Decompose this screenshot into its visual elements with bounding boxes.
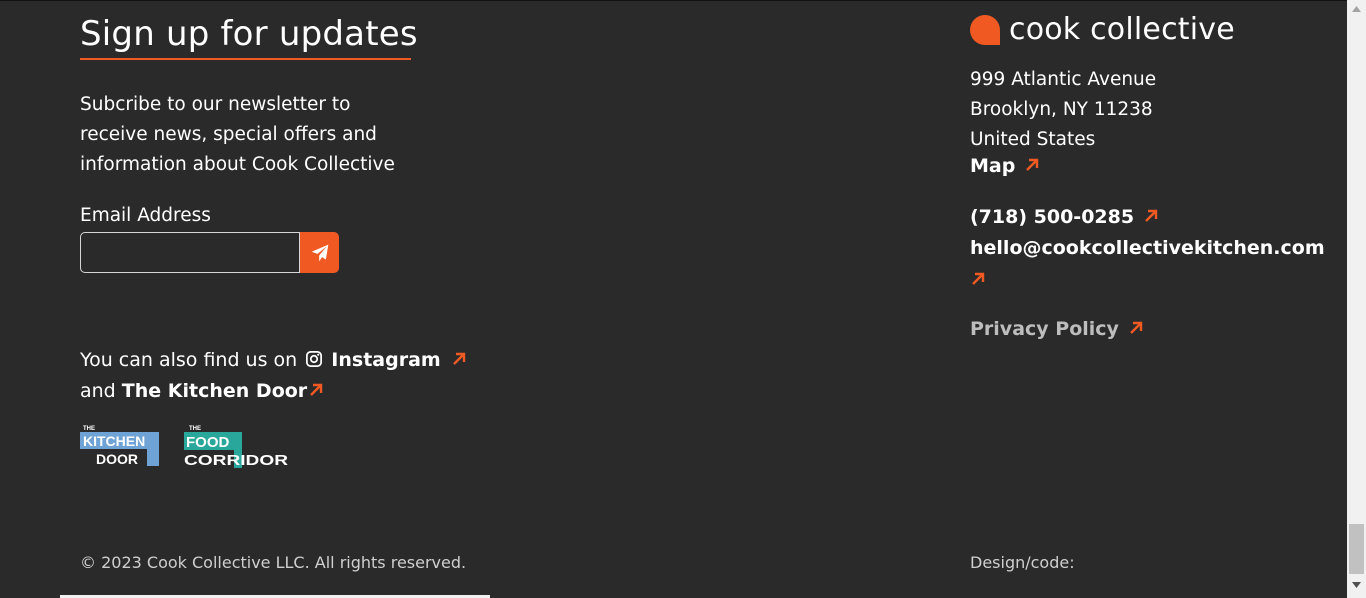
and-text: and — [80, 380, 116, 402]
email-link-arrow[interactable] — [970, 271, 986, 291]
external-link-arrow-icon — [1026, 158, 1039, 171]
social-prefix: You can also find us on — [80, 349, 298, 371]
address-line1: 999 Atlantic Avenue — [970, 69, 1157, 90]
phone-link[interactable]: (718) 500-0285 — [970, 206, 1159, 228]
email-link[interactable]: hello@cookcollectivekitchen.com — [970, 237, 1325, 259]
food-corridor-logo-the: THE — [189, 426, 201, 432]
address-line3: United States — [970, 129, 1096, 150]
brand-name: cook collective — [1009, 12, 1235, 47]
chevron-down-icon — [1352, 581, 1361, 588]
food-corridor-logo-line2: CORRIDOR — [184, 452, 288, 468]
copyright-text: © 2023 Cook Collective LLC. All rights r… — [80, 553, 467, 572]
kitchen-door-logo-the: THE — [83, 426, 95, 432]
kitchen-door-logo[interactable]: THE KITCHEN DOOR — [80, 424, 160, 466]
map-link[interactable]: Map — [970, 155, 1040, 177]
kitchen-door-logo-line1: KITCHEN — [83, 433, 145, 449]
email-input[interactable] — [80, 232, 300, 273]
external-link-arrow-icon — [310, 383, 323, 396]
instagram-label: Instagram — [331, 349, 441, 371]
external-link-arrow-icon — [1129, 321, 1142, 334]
scroll-down-arrow[interactable] — [1347, 576, 1366, 593]
chevron-up-icon — [1352, 5, 1361, 12]
instagram-icon — [306, 351, 323, 367]
address-block: 999 Atlantic Avenue Brooklyn, NY 11238 U… — [970, 65, 1156, 155]
privacy-policy-link[interactable]: Privacy Policy — [970, 318, 1144, 340]
newsletter-heading: Sign up for updates — [80, 14, 418, 54]
brand-speech-bubble-icon — [970, 14, 1000, 45]
scrollbar-track[interactable] — [1347, 0, 1366, 598]
scrollbar-thumb[interactable] — [1349, 524, 1364, 574]
food-corridor-logo-line1: FOOD — [186, 434, 229, 451]
email-address: hello@cookcollectivekitchen.com — [970, 237, 1325, 259]
newsletter-blurb: Subcribe to our newsletter to receive ne… — [80, 94, 395, 175]
heading-underline — [80, 58, 411, 60]
privacy-label: Privacy Policy — [970, 318, 1119, 340]
subscribe-button[interactable] — [300, 232, 339, 273]
food-corridor-logo[interactable]: THE FOOD CORRIDOR — [184, 424, 289, 468]
send-icon — [311, 244, 328, 261]
kitchen-door-label: The Kitchen Door — [121, 380, 308, 402]
scroll-up-arrow[interactable] — [1347, 0, 1366, 17]
social-links: You can also find us on Instagram and Th… — [80, 345, 467, 407]
top-divider — [0, 0, 1347, 1]
external-link-arrow-icon — [1144, 209, 1157, 222]
external-link-arrow-icon — [452, 352, 465, 365]
brand-logo[interactable]: cook collective — [969, 12, 1235, 47]
instagram-link[interactable]: Instagram — [331, 349, 466, 371]
email-label: Email Address — [80, 205, 211, 226]
kitchen-door-logo-line2: DOOR — [96, 451, 138, 466]
phone-number: (718) 500-0285 — [970, 206, 1135, 228]
kitchen-door-link[interactable]: The Kitchen Door — [122, 380, 324, 402]
design-credit: Design/code: — [970, 553, 1075, 572]
external-link-arrow-icon — [972, 272, 985, 285]
address-line2: Brooklyn, NY 11238 — [970, 99, 1153, 120]
map-label: Map — [970, 155, 1016, 177]
